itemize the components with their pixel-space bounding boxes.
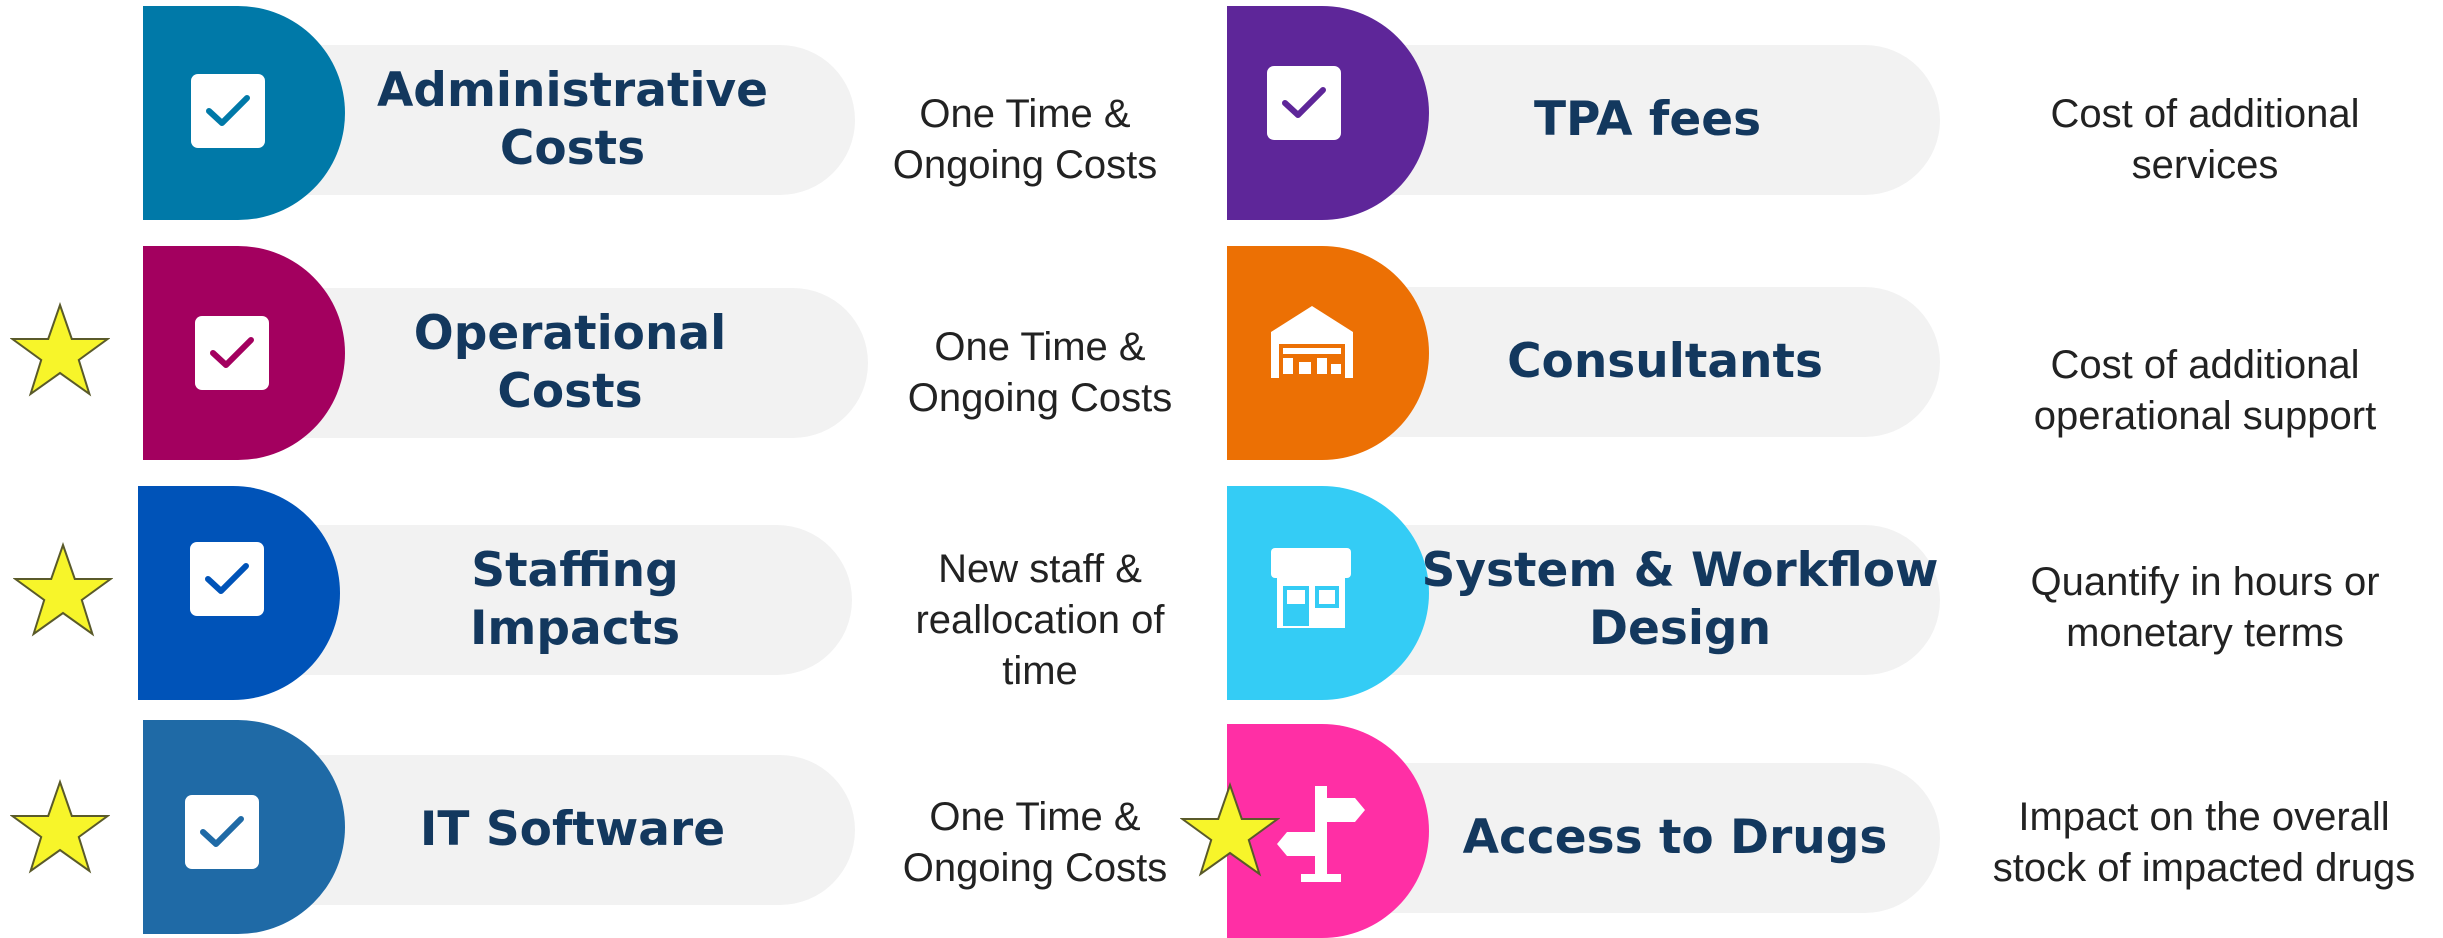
title-line: Design (1588, 601, 1772, 656)
desc-operational-costs: One Time & Ongoing Costs (880, 318, 1200, 428)
desc-line: Ongoing Costs (907, 376, 1173, 420)
title-line: Operational (413, 306, 727, 361)
desc-line: stock of impacted drugs (1992, 846, 2416, 890)
desc-line: Cost of additional (2050, 92, 2360, 136)
signpost-icon (1275, 784, 1365, 888)
desc-administrative-costs: One Time & Ongoing Costs (870, 85, 1180, 195)
title-access-to-drugs: Access to Drugs (1430, 763, 1920, 913)
title-administrative-costs: Administrative Costs (345, 45, 800, 195)
desc-line: Impact on the overall (2018, 795, 2390, 839)
desc-line: time (1002, 648, 1078, 693)
desc-line: One Time & (934, 325, 1146, 369)
desc-it-software: One Time & Ongoing Costs (870, 788, 1200, 898)
desc-tpa-fees: Cost of additional services (1965, 85, 2443, 195)
title-system-workflow-design: System & Workflow Design (1422, 525, 1939, 675)
title-line: Access to Drugs (1462, 810, 1888, 865)
desc-staffing-impacts: New staff & reallocation of time (880, 540, 1200, 700)
checkbox-icon (185, 795, 259, 869)
desc-access-to-drugs: Impact on the overall stock of impacted … (1965, 788, 2443, 898)
checkbox-icon (190, 542, 264, 616)
title-line: Costs (497, 364, 643, 419)
storefront-icon (1269, 546, 1353, 634)
warehouse-icon (1269, 304, 1355, 384)
title-line: System & Workflow (1421, 543, 1939, 598)
checkbox-icon (1267, 66, 1341, 140)
title-line: Costs (499, 121, 646, 176)
title-line: Staffing (471, 543, 679, 598)
desc-line: reallocation of (915, 597, 1165, 642)
checkbox-icon (195, 316, 269, 390)
desc-line: New staff & (938, 546, 1142, 591)
title-line: Consultants (1507, 334, 1823, 389)
desc-line: Ongoing Costs (902, 846, 1168, 890)
star-icon (1180, 782, 1280, 877)
title-line: TPA fees (1533, 92, 1762, 147)
star-icon (10, 302, 110, 397)
desc-system-workflow-design: Quantify in hours or monetary terms (1965, 553, 2443, 663)
title-line: Administrative (376, 63, 769, 118)
title-tpa-fees: TPA fees (1430, 45, 1865, 195)
desc-line: operational support (2033, 394, 2377, 438)
desc-line: Ongoing Costs (892, 143, 1158, 187)
desc-line: Quantify in hours or (2030, 560, 2380, 604)
desc-line: One Time & (919, 92, 1131, 136)
desc-line: Cost of additional (2050, 343, 2360, 387)
desc-line: One Time & (929, 795, 1141, 839)
star-icon (13, 542, 113, 637)
desc-line: services (2131, 143, 2279, 187)
desc-line: monetary terms (2066, 611, 2344, 655)
desc-consultants: Cost of additional operational support (1965, 336, 2443, 446)
title-line: Impacts (469, 601, 681, 656)
title-line: IT Software (419, 802, 726, 857)
title-staffing-impacts: Staffing Impacts (345, 525, 805, 675)
title-it-software: IT Software (345, 755, 800, 905)
star-icon (10, 779, 110, 874)
checkbox-icon (191, 74, 265, 148)
title-consultants: Consultants (1430, 287, 1900, 437)
title-operational-costs: Operational Costs (345, 288, 795, 438)
